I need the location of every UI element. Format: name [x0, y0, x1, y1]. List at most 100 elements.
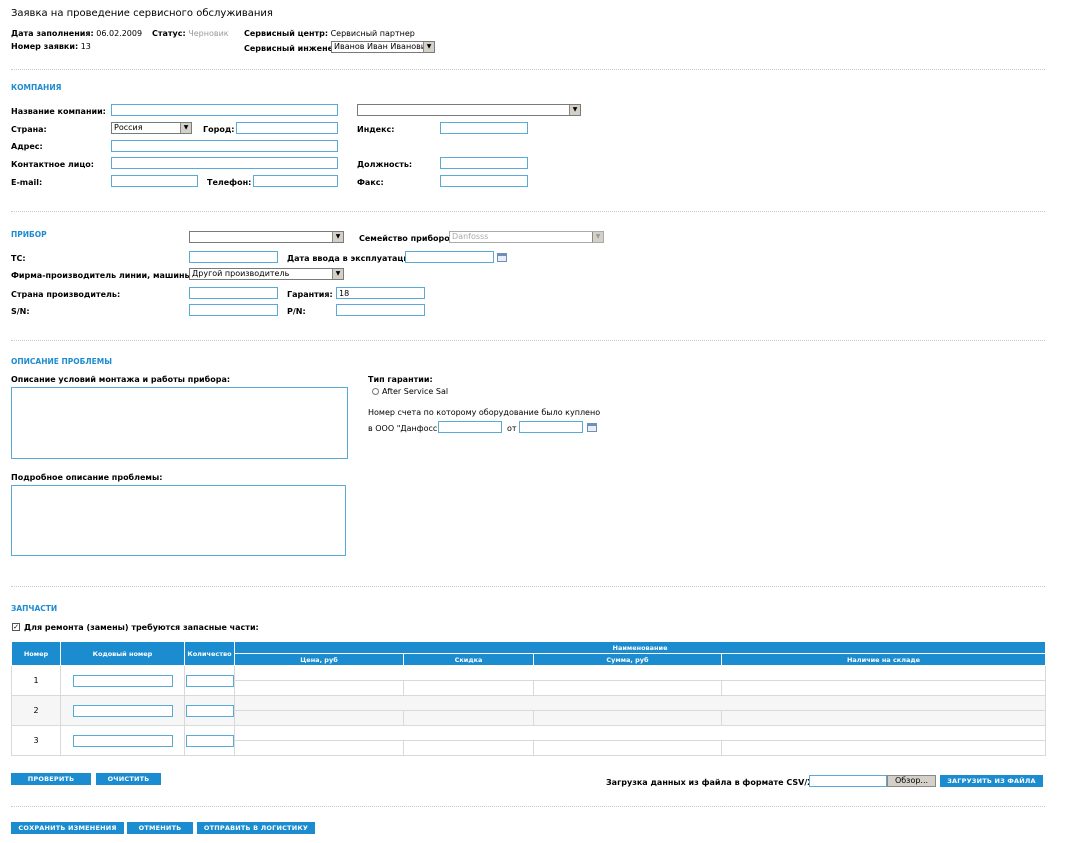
- request-number-value: 13: [80, 42, 91, 51]
- problem-section-title: ОПИСАНИЕ ПРОБЛЕМЫ: [11, 357, 112, 366]
- city-input[interactable]: [236, 122, 338, 134]
- sn-input[interactable]: [189, 304, 278, 316]
- address-input[interactable]: [111, 140, 338, 152]
- warranty-type-label: Тип гарантии:: [368, 375, 433, 384]
- code-input[interactable]: [72, 704, 173, 717]
- save-button[interactable]: СОХРАНИТЬ ИЗМЕНЕНИЯ: [11, 822, 124, 834]
- commission-date-input[interactable]: [405, 251, 494, 263]
- country-select-value: Россия: [114, 123, 143, 132]
- chevron-down-icon: ▼: [180, 123, 191, 133]
- made-in-input[interactable]: [189, 287, 278, 299]
- calendar-icon[interactable]: [587, 423, 597, 432]
- email-label: E-mail:: [11, 178, 43, 187]
- fill-date: Дата заполнения: 06.02.2009: [11, 29, 142, 38]
- warranty-type-radio[interactable]: [372, 388, 379, 395]
- browse-button[interactable]: Обзор...: [887, 775, 936, 787]
- device-select[interactable]: ▼: [189, 231, 344, 243]
- qty-input[interactable]: [185, 704, 234, 717]
- parts-table: Номер Кодовый номер Количество Наименова…: [11, 641, 1047, 756]
- family-select[interactable]: Danfosss ▼: [449, 231, 604, 243]
- company-select[interactable]: ▼: [357, 104, 581, 116]
- contact-input[interactable]: [111, 157, 338, 169]
- country-select[interactable]: Россия ▼: [111, 122, 192, 134]
- qty-input[interactable]: [185, 674, 234, 687]
- address-label: Адрес:: [11, 142, 43, 151]
- code-input[interactable]: [72, 734, 173, 747]
- fax-input[interactable]: [440, 175, 528, 187]
- index-input[interactable]: [440, 122, 528, 134]
- warranty-input[interactable]: 18: [336, 287, 425, 299]
- invoice-date-input[interactable]: [519, 421, 583, 433]
- details-textarea[interactable]: [11, 485, 346, 556]
- commission-date-label: Дата ввода в эксплуатацию:: [287, 254, 420, 263]
- col-sum: Сумма, руб: [533, 653, 722, 666]
- clear-button[interactable]: ОЧИСТИТЬ: [96, 773, 161, 785]
- pn-label: P/N:: [287, 307, 306, 316]
- tc-label: ТС:: [11, 254, 26, 263]
- family-select-value: Danfosss: [452, 232, 489, 241]
- row-number: 3: [11, 725, 61, 756]
- col-stock: Наличие на складе: [720, 653, 1047, 666]
- company-name-label: Название компании:: [11, 107, 106, 116]
- phone-input[interactable]: [253, 175, 338, 187]
- tc-input[interactable]: [189, 251, 278, 263]
- contact-label: Контактное лицо:: [11, 160, 94, 169]
- check-button[interactable]: ПРОВЕРИТЬ: [11, 773, 91, 785]
- page-title: Заявка на проведение сервисного обслужив…: [11, 8, 273, 19]
- fill-date-label: Дата заполнения:: [11, 29, 94, 38]
- chevron-down-icon: ▼: [332, 232, 343, 242]
- qty-input[interactable]: [185, 734, 234, 747]
- country-label: Страна:: [11, 125, 47, 134]
- conditions-label: Описание условий монтажа и работы прибор…: [11, 375, 231, 384]
- engineer-label: Сервисный инженер:: [244, 44, 342, 53]
- pn-input[interactable]: [336, 304, 425, 316]
- name-cell: [233, 725, 1047, 741]
- conditions-textarea[interactable]: [11, 387, 348, 459]
- price-cell: [234, 740, 404, 756]
- divider: [11, 340, 1045, 341]
- sum-cell: [533, 710, 722, 726]
- col-code: Кодовый номер: [60, 641, 185, 666]
- table-row: 2: [11, 695, 1047, 726]
- manufacturer-select-value: Другой производитель: [192, 269, 290, 278]
- stock-cell: [720, 710, 1047, 726]
- sum-cell: [533, 680, 722, 696]
- invoice-number-input[interactable]: [438, 421, 502, 433]
- service-center-value: Сервисный партнер: [330, 29, 415, 38]
- divider: [11, 69, 1045, 70]
- engineer-select[interactable]: Иванов Иван Иванович ▼: [331, 41, 435, 53]
- request-number: Номер заявки: 13: [11, 42, 91, 51]
- device-section-title: ПРИБОР: [11, 230, 47, 239]
- upload-button[interactable]: ЗАГРУЗИТЬ ИЗ ФАЙЛА: [940, 775, 1043, 787]
- cancel-button[interactable]: ОТМЕНИТЬ: [127, 822, 193, 834]
- table-row: 1: [11, 665, 1047, 696]
- service-center-label: Сервисный центр:: [244, 29, 329, 38]
- fill-date-value: 06.02.2009: [96, 29, 143, 38]
- details-label: Подробное описание проблемы:: [11, 473, 163, 482]
- fax-label: Факс:: [357, 178, 384, 187]
- file-path-input[interactable]: [809, 775, 887, 787]
- warranty-label: Гарантия:: [287, 290, 333, 299]
- calendar-icon[interactable]: [497, 253, 507, 262]
- discount-cell: [403, 710, 534, 726]
- invoice-from-label: от: [507, 424, 517, 433]
- made-in-label: Страна производитель:: [11, 290, 121, 299]
- parts-required-label: Для ремонта (замены) требуются запасные …: [24, 623, 259, 632]
- send-to-logistics-button[interactable]: ОТПРАВИТЬ В ЛОГИСТИКУ: [197, 822, 315, 834]
- family-label: Семейство приборов:: [359, 234, 459, 243]
- company-name-input[interactable]: [111, 104, 338, 116]
- manufacturer-select[interactable]: Другой производитель ▼: [189, 268, 344, 280]
- manufacturer-label: Фирма-производитель линии, машины:: [11, 271, 195, 280]
- table-row: 3: [11, 725, 1047, 756]
- row-number: 2: [11, 695, 61, 726]
- chevron-down-icon: ▼: [569, 105, 580, 115]
- divider: [11, 806, 1045, 807]
- position-input[interactable]: [440, 157, 528, 169]
- company-section-title: КОМПАНИЯ: [11, 83, 62, 92]
- parts-required-checkbox[interactable]: ✓: [12, 623, 20, 631]
- position-label: Должность:: [357, 160, 413, 169]
- price-cell: [234, 680, 404, 696]
- code-input[interactable]: [72, 674, 173, 687]
- email-input[interactable]: [111, 175, 198, 187]
- city-label: Город:: [203, 125, 235, 134]
